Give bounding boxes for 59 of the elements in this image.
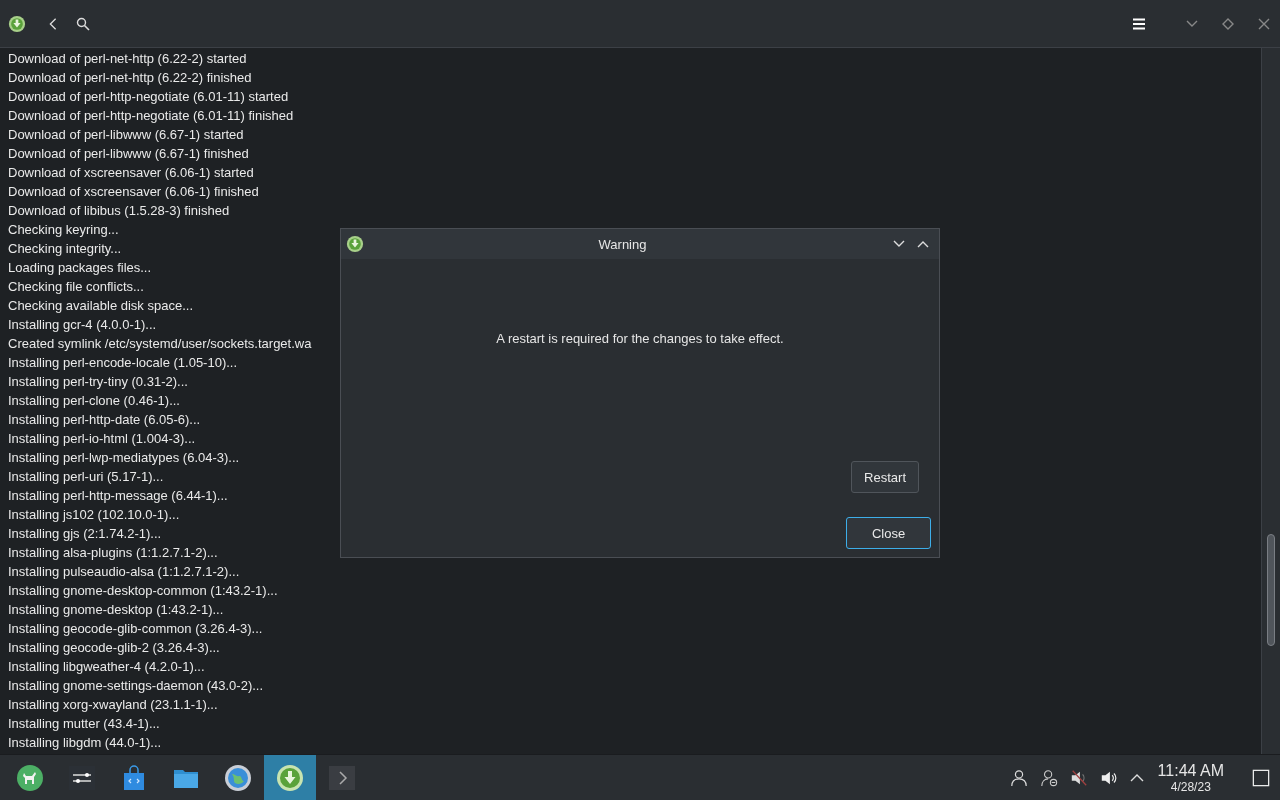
log-line: Download of perl-http-negotiate (6.01-11) finished [8, 107, 294, 125]
log-line: Download of perl-http-negotiate (6.01-11) started [8, 88, 289, 106]
log-line: Download of perl-net-http (6.22-2) started [8, 50, 247, 68]
log-line: Installing perl-lwp-mediatypes (6.04-3)... [8, 449, 240, 467]
menu-icon[interactable] [1132, 16, 1146, 31]
log-line: Installing gnome-desktop (1:43.2-1)... [8, 601, 224, 619]
user-icon[interactable] [1009, 768, 1028, 787]
muted-speaker-icon[interactable] [1069, 768, 1088, 787]
download-app-icon [276, 763, 304, 792]
log-line: Loading packages files... [8, 259, 152, 277]
log-line: Installing libgdm (44.0-1)... [8, 734, 162, 752]
dialog-title: Warning [597, 236, 648, 252]
maximize-icon[interactable] [1222, 17, 1234, 30]
log-line: Checking keyring... [8, 221, 119, 239]
log-line: Download of perl-libwww (6.67-1) started [8, 126, 244, 144]
log-line: Installing geocode-glib-common (3.26.4-3)... [8, 620, 263, 638]
log-line: Installing xorg-xwayland (23.1.1-1)... [8, 696, 218, 714]
log-line: Download of perl-libwww (6.67-1) finished [8, 145, 249, 163]
log-line: Installing pulseaudio-alsa (1:1.2.7.1-2)... [8, 563, 240, 581]
log-line: Checking available disk space... [8, 297, 193, 315]
log-line: Download of xscreensaver (6.06-1) started [8, 164, 254, 182]
minimize-icon[interactable] [893, 239, 905, 249]
caret-icon[interactable] [1129, 772, 1144, 783]
log-line: Download of perl-net-http (6.22-2) finished [8, 69, 252, 87]
log-line: Created symlink /etc/systemd/user/sockets.target.wa [8, 335, 312, 353]
log-line: Installing geocode-glib-2 (3.26.4-3)... [8, 639, 220, 657]
log-line: Installing js102 (102.10.0-1)... [8, 506, 180, 524]
log-line: Installing perl-try-tiny (0.31-2)... [8, 373, 188, 391]
dialog-message: A restart is required for the changes to take effect. [495, 331, 785, 346]
log-line: Installing mutter (43.4-1)... [8, 715, 160, 733]
log-line: Installing libgweather-4 (4.2.0-1)... [8, 658, 205, 676]
clock-time[interactable]: 11:44 AM [1157, 762, 1224, 779]
log-line: Installing perl-clone (0.46-1)... [8, 392, 180, 410]
log-line: Installing perl-http-date (6.05-6)... [8, 411, 201, 429]
dialog-button[interactable]: Restart [851, 461, 919, 493]
dialog-button[interactable]: Close [846, 517, 931, 549]
log-line: Download of xscreensaver (6.06-1) finished [8, 183, 259, 201]
maximize-icon[interactable] [917, 239, 929, 249]
terminal-icon [328, 763, 356, 792]
log-line: Installing perl-encode-locale (1.05-10)... [8, 354, 238, 372]
log-line: Installing perl-io-html (1.004-3)... [8, 430, 196, 448]
close-icon[interactable] [1258, 17, 1270, 30]
search-icon[interactable] [76, 16, 90, 31]
log-line: Download of libibus (1.5.28-3) finished [8, 202, 230, 220]
log-line: Installing alsa-plugins (1:1.2.7.1-2)... [8, 544, 218, 562]
download-app-icon [8, 14, 26, 33]
log-line: Checking file conflicts... [8, 278, 144, 296]
log-line: Installing perl-uri (5.17-1)... [8, 468, 164, 486]
log-line: Installing gnome-settings-daemon (43.0-2)... [8, 677, 264, 695]
download-app-icon [346, 235, 364, 253]
log-line: Installing gjs (2:1.74.2-1)... [8, 525, 162, 543]
log-line: Checking integrity... [8, 240, 122, 258]
clock-date[interactable]: 4/28/23 [1170, 780, 1211, 793]
log-line: Installing perl-http-message (6.44-1)... [8, 487, 228, 505]
user-status-icon[interactable] [1039, 768, 1058, 787]
log-line: Installing gcr-4 (4.0.0-1)... [8, 316, 157, 334]
scrollbar-thumb[interactable] [1267, 534, 1275, 646]
show-desktop-icon[interactable] [1252, 768, 1270, 787]
log-line: Installing gnome-desktop-common (1:43.2-1)... [8, 582, 278, 600]
